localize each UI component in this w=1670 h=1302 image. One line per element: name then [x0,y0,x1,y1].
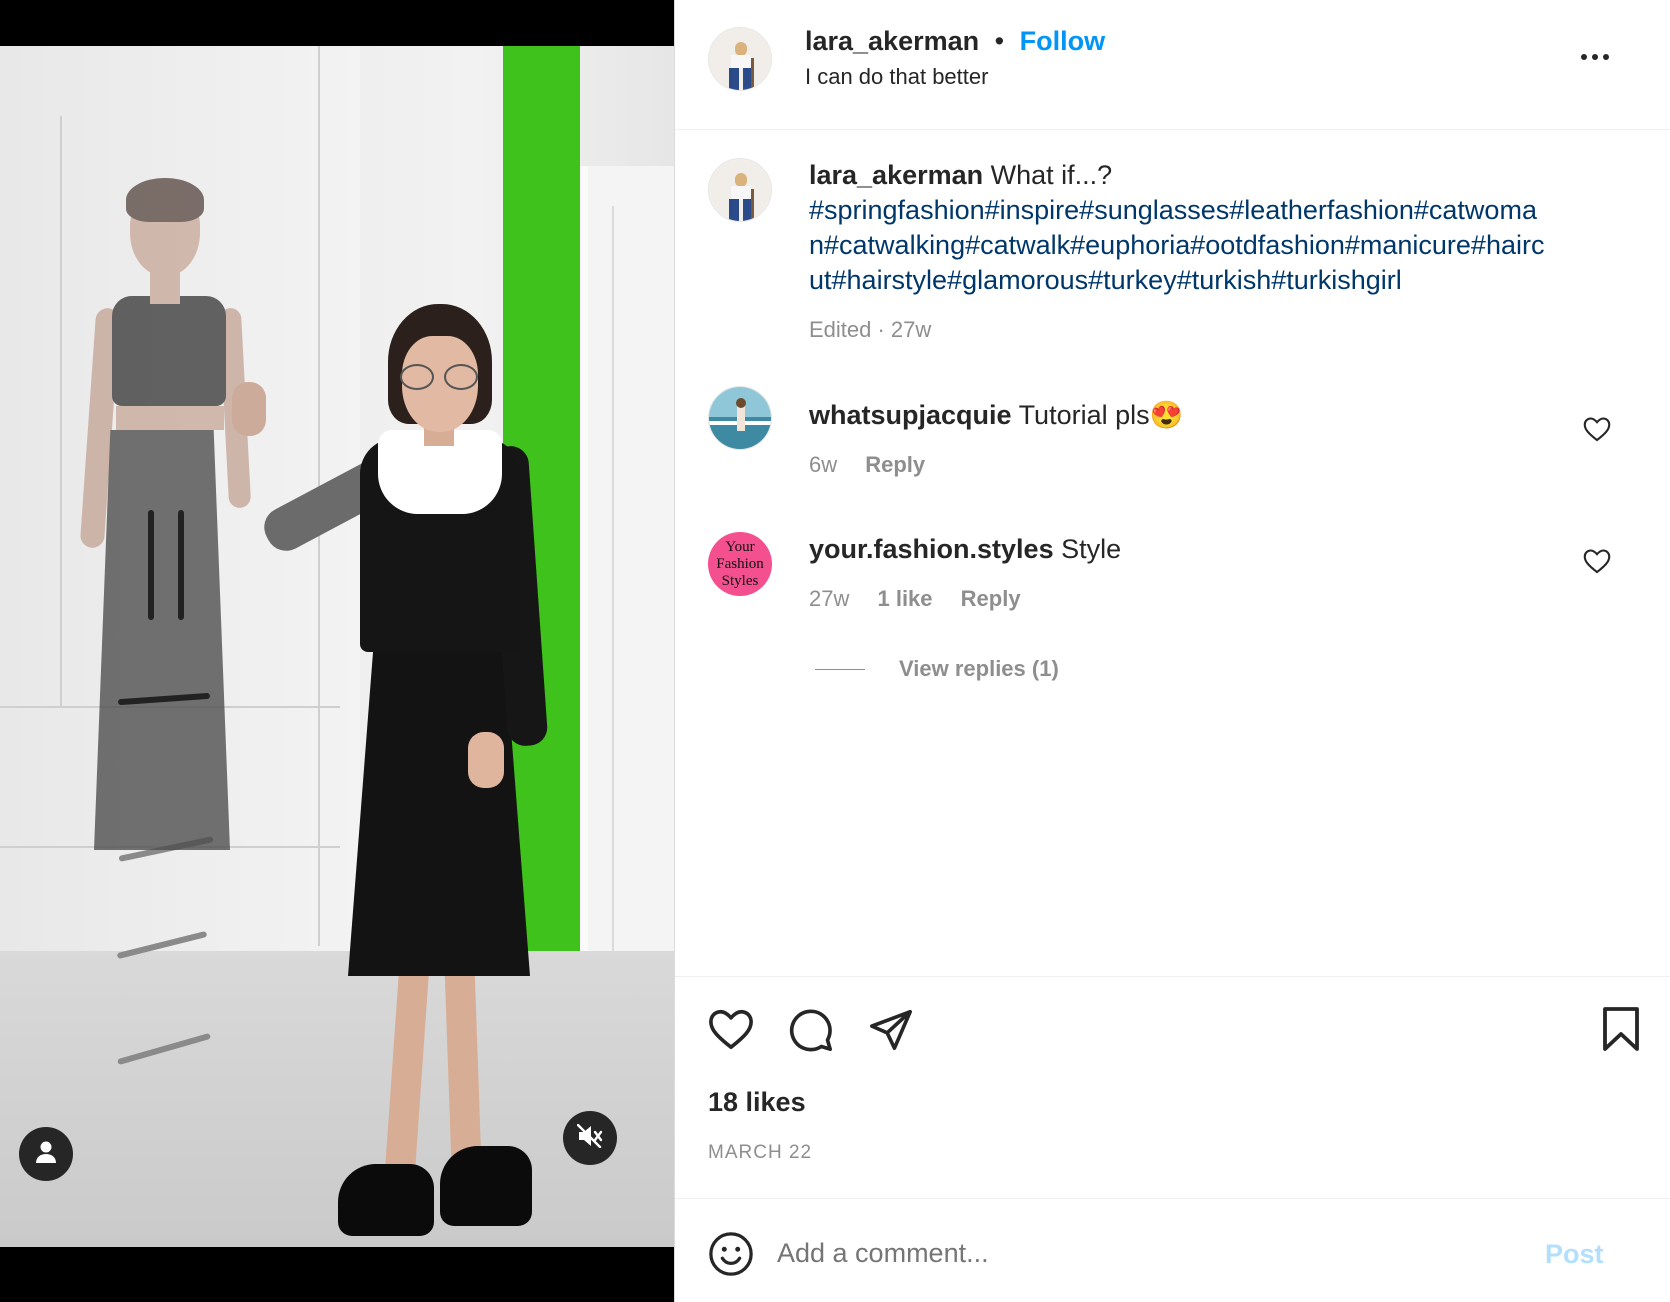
audio-title[interactable]: I can do that better [805,64,988,90]
caption-text: What if...? [990,160,1113,190]
author-username[interactable]: lara_akerman [805,26,979,56]
avatar-logo-text: Your [725,538,755,555]
post-side-panel: lara_akerman • Follow I can do that bett… [674,0,1670,1302]
smiley-icon[interactable] [708,1231,754,1282]
caption-username[interactable]: lara_akerman [809,160,983,190]
separator-dot: • [994,26,1005,56]
author-avatar[interactable] [708,27,772,91]
video-frame[interactable] [0,46,674,1247]
post-comment-button[interactable]: Post [1545,1239,1604,1270]
post-media[interactable] [0,0,674,1302]
paper-plane-icon[interactable] [868,1007,914,1056]
caption-hashtags-line[interactable]: n#catwalking#catwalk#euphoria#ootdfashio… [809,228,1629,263]
more-options-button[interactable] [1575,42,1615,72]
follow-button[interactable]: Follow [1020,26,1105,56]
commenter-username[interactable]: whatsupjacquie [809,400,1012,430]
user-icon [35,1140,57,1169]
heart-icon[interactable] [708,1007,754,1056]
comment-bubble-icon[interactable] [788,1007,834,1058]
avatar-logo-text: Styles [721,572,759,589]
reply-button[interactable]: Reply [961,586,1021,611]
comment-likes-button[interactable]: 1 like [877,586,932,611]
comment-time: 6w [809,452,838,477]
reply-button[interactable]: Reply [865,452,925,477]
comment-text: Style [1061,534,1122,564]
post-date[interactable]: MARCH 22 [708,1142,812,1164]
bookmark-icon[interactable] [1601,1007,1641,1056]
comment-time: 27w [809,586,850,611]
caption-meta: Edited · 27w [809,317,932,342]
more-options-icon [1581,54,1609,60]
comment-like-heart-icon[interactable] [1583,416,1611,442]
caption-hashtags-line[interactable]: ut#hairstyle#glamorous#turkey#turkish#tu… [809,263,1629,298]
commenter-username[interactable]: your.fashion.styles [809,534,1054,564]
caption-hashtags-line[interactable]: #springfashion#inspire#sunglasses#leathe… [809,193,1629,228]
caption-author-avatar[interactable] [708,158,772,222]
speaker-muted-icon [576,1123,603,1153]
comment-input[interactable] [775,1229,1475,1277]
post-header: lara_akerman • Follow I can do that bett… [675,0,1670,130]
comment-composer: Post [675,1198,1670,1302]
heart-eyes-emoji: 😍 [1149,400,1184,430]
commenter-avatar[interactable] [708,386,772,450]
replies-divider [815,668,865,670]
commenter-avatar[interactable]: Your Fashion Styles [708,532,772,596]
person-figure [0,46,674,1247]
caption: lara_akerman What if...? #springfashion#… [809,158,1629,347]
post-actions: 18 likes MARCH 22 [675,976,1670,1196]
tagged-users-button[interactable] [19,1127,73,1181]
mute-button[interactable] [563,1111,617,1165]
likes-count[interactable]: 18 likes [708,1087,806,1118]
view-replies-label[interactable]: View replies (1) [899,656,1059,682]
comment-like-heart-icon[interactable] [1583,548,1611,574]
avatar-logo-text: Fashion [716,555,764,572]
comment-text: Tutorial pls [1018,400,1150,430]
view-replies-button[interactable]: View replies (1) [815,656,1059,682]
